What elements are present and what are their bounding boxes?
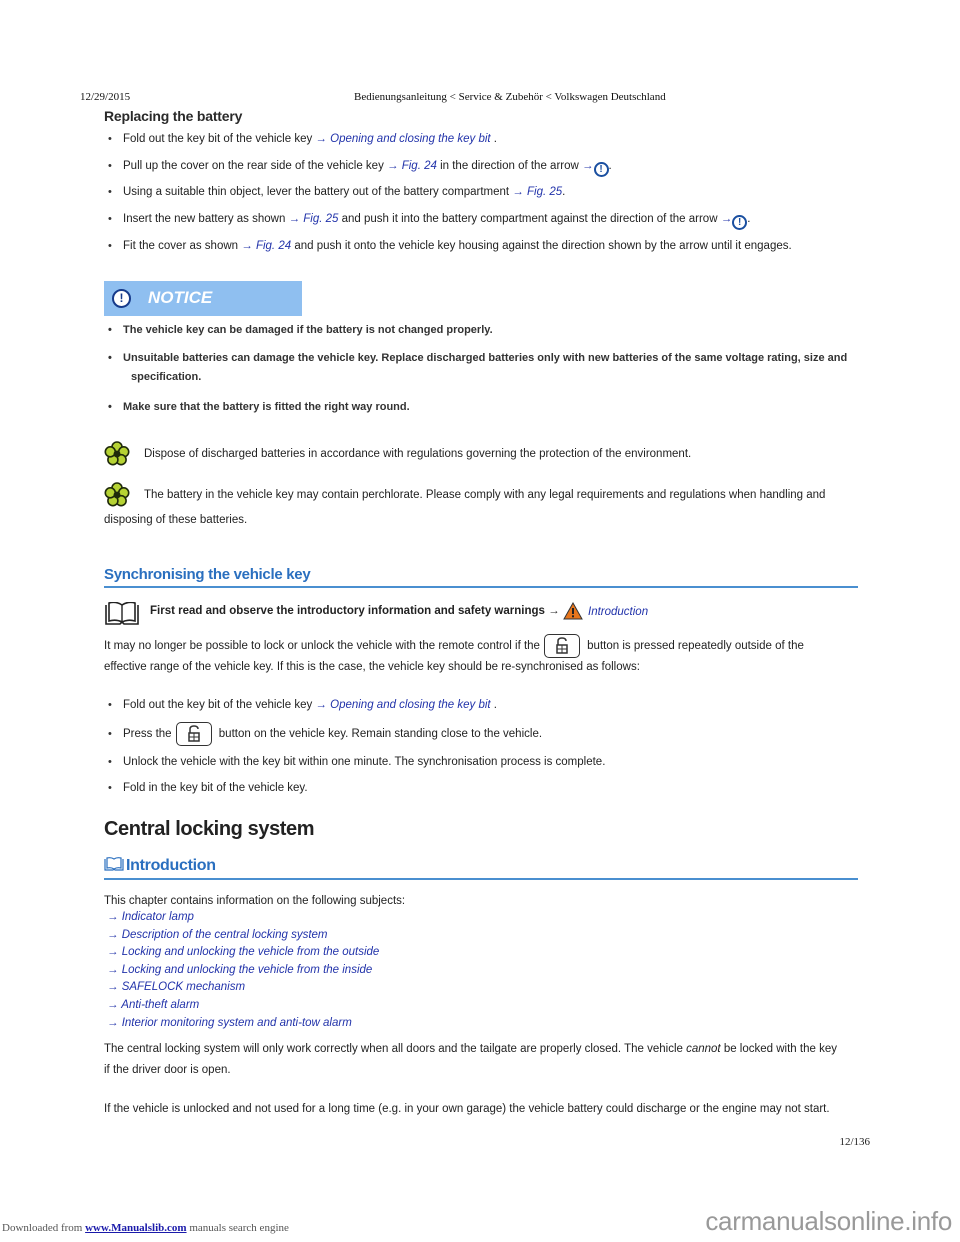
environment-note-text: The battery in the vehicle key may conta…: [144, 489, 826, 501]
link-fig-24[interactable]: → Fig. 24: [241, 240, 291, 252]
link-fig-25[interactable]: → Fig. 25: [512, 186, 562, 198]
section-heading-introduction: Introduction: [104, 857, 858, 880]
link-interior-monitoring[interactable]: → Interior monitoring system and anti-to…: [104, 1015, 405, 1033]
warning-triangle-icon: [563, 602, 583, 620]
step-text: Fold out the key bit of the vehicle key: [123, 133, 316, 145]
environment-flower-icon: [104, 482, 130, 507]
link-locking-inside[interactable]: → Locking and unlocking the vehicle from…: [104, 962, 405, 980]
section-heading-replacing-battery: Replacing the battery: [104, 108, 243, 124]
download-footer: Downloaded from www.Manualslib.com manua…: [2, 1222, 289, 1234]
link-introduction[interactable]: Introduction: [588, 606, 648, 618]
list-item: Unsuitable batteries can damage the vehi…: [108, 352, 847, 364]
list-item: Using a suitable thin object, lever the …: [108, 186, 565, 198]
notice-exclamation-icon: !: [112, 289, 131, 308]
first-read-text: First read and observe the introductory …: [150, 605, 560, 617]
link-indicator-lamp[interactable]: → Indicator lamp: [104, 909, 405, 927]
list-item-continuation: specification.: [131, 371, 202, 383]
watermark-brand: carmanualsonline.info: [705, 1206, 952, 1236]
notice-circle-icon: !: [732, 215, 748, 230]
subjects-list: This chapter contains information on the…: [104, 895, 405, 1032]
link-opening-closing-key-bit[interactable]: → Opening and closing the key bit: [315, 133, 490, 145]
link-safelock[interactable]: → SAFELOCK mechanism: [104, 979, 405, 997]
link-anti-theft-alarm[interactable]: → Anti-theft alarm: [104, 997, 405, 1015]
book-icon: [104, 857, 124, 871]
link-fig-24[interactable]: → Fig. 24: [387, 160, 437, 172]
list-item: Fold out the key bit of the vehicle key …: [108, 133, 497, 145]
page-number: 12/136: [839, 1136, 870, 1148]
chapter-intro-text: This chapter contains information on the…: [104, 895, 406, 907]
notice-label: NOTICE: [148, 288, 213, 307]
link-notice[interactable]: →!: [721, 213, 748, 230]
first-read-notice: First read and observe the introductory …: [104, 600, 858, 626]
list-item: Fold out the key bit of the vehicle key …: [108, 699, 497, 711]
list-item: Pull up the cover on the rear side of th…: [108, 160, 612, 177]
sync-paragraph: It may no longer be possible to lock or …: [104, 633, 858, 678]
link-description-central-locking[interactable]: → Description of the central locking sys…: [104, 927, 405, 945]
environment-flower-icon: [104, 441, 130, 466]
unlock-key-button-icon: [175, 722, 212, 746]
link-locking-outside[interactable]: → Locking and unlocking the vehicle from…: [104, 944, 405, 962]
list-item: Fold in the key bit of the vehicle key.: [108, 782, 308, 794]
link-fig-25[interactable]: → Fig. 25: [289, 213, 339, 225]
list-item: Fit the cover as shown → Fig. 24 and pus…: [108, 240, 792, 252]
environment-note: Dispose of discharged batteries in accor…: [104, 441, 858, 471]
list-item: Make sure that the battery is fitted the…: [108, 401, 410, 413]
unlock-key-button-icon: [543, 633, 580, 658]
chapter-heading-central-locking: Central locking system: [104, 818, 315, 840]
list-item: Press the button on the vehicle key. Rem…: [108, 722, 542, 746]
notice-banner: ! NOTICE: [104, 281, 302, 316]
book-icon: [105, 602, 139, 625]
environment-note-text: disposing of these batteries.: [104, 514, 248, 526]
battery-discharge-paragraph: If the vehicle is unlocked and not used …: [104, 1103, 830, 1115]
link-notice[interactable]: →!: [582, 160, 609, 177]
link-opening-closing-key-bit[interactable]: → Opening and closing the key bit: [315, 699, 490, 711]
list-item: Unlock the vehicle with the key bit with…: [108, 756, 605, 768]
print-page-title: Bedienungsanleitung < Service & Zubehör …: [354, 91, 666, 103]
environment-note-text: Dispose of discharged batteries in accor…: [144, 448, 692, 460]
notice-circle-icon: !: [593, 162, 609, 177]
print-date: 12/29/2015: [80, 91, 131, 103]
environment-note: The battery in the vehicle key may conta…: [104, 482, 858, 526]
section-heading-synchronising: Synchronising the vehicle key: [104, 566, 858, 588]
list-item: The vehicle key can be damaged if the ba…: [108, 324, 493, 336]
list-item: Insert the new battery as shown → Fig. 2…: [108, 213, 750, 230]
central-locking-paragraph: The central locking system will only wor…: [104, 1043, 837, 1076]
manualslib-link[interactable]: www.Manualslib.com: [85, 1222, 186, 1234]
